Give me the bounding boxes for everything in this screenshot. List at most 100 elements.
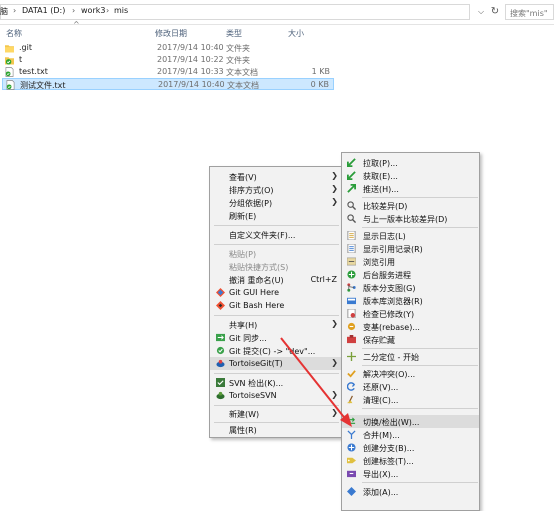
breadcrumb-drive[interactable]: DATA1 (D:): [22, 6, 65, 15]
submenu-item-create-tag[interactable]: 创建标签(T)...: [342, 454, 479, 467]
submenu-item-switch-checkout[interactable]: 切换/检出(W)...: [342, 415, 479, 428]
submenu-item-revert[interactable]: 还原(V)...: [342, 380, 479, 393]
shortcut-label: Ctrl+Z: [310, 275, 337, 284]
submenu-item-cleanup[interactable]: 清理(C)...: [342, 393, 479, 406]
menu-separator: [362, 482, 478, 483]
menu-item-group[interactable]: 分组依据(P) ❯: [210, 196, 343, 209]
menu-item-git-bash[interactable]: Git Bash Here: [210, 299, 343, 312]
menu-item-properties[interactable]: 属性(R): [210, 423, 343, 436]
submenu-item-add[interactable]: 添加(A)...: [342, 485, 479, 498]
git-bash-icon: [216, 301, 225, 310]
menu-item-undo-rename[interactable]: 撤消 重命名(U) Ctrl+Z: [210, 273, 343, 286]
file-size: 0 KB: [310, 80, 329, 89]
submenu-item-stash[interactable]: 保存贮藏: [342, 333, 479, 346]
diff-icon: [347, 201, 356, 210]
resolve-icon: [347, 370, 356, 378]
file-type: 文本文档: [226, 68, 258, 77]
menu-item-share[interactable]: 共享(H) ❯: [210, 318, 343, 331]
git-gui-icon: [216, 288, 225, 297]
text-file-icon: [6, 80, 15, 90]
breadcrumb-mis[interactable]: mis: [114, 6, 128, 15]
menu-separator: [362, 348, 478, 349]
diff-previous-icon: [347, 214, 356, 223]
file-row-selected[interactable]: 测试文件.txt 2017/9/14 10:40 文本文档 0 KB: [2, 78, 334, 90]
menu-separator: [214, 315, 339, 316]
menu-item-git-sync[interactable]: Git 同步...: [210, 331, 343, 344]
context-menu: 查看(V) ❯ 排序方式(O) ❯ 分组依据(P) ❯ 刷新(E) 自定义文件夹(F)…: [209, 166, 344, 438]
switch-checkout-icon: [347, 417, 356, 426]
revision-graph-icon: [347, 283, 356, 292]
submenu-arrow-icon: ❯: [331, 408, 338, 417]
repo-browser-icon: [347, 297, 356, 305]
breadcrumb-computer[interactable]: 脑: [0, 6, 8, 17]
submenu-item-resolve[interactable]: 解决冲突(O)...: [342, 367, 479, 380]
address-bar-area: 脑 › DATA1 (D:) › work3 › mis ⌵ ↻ 搜索"mis": [0, 0, 554, 25]
add-icon: [347, 487, 356, 496]
file-name: 测试文件.txt: [20, 81, 66, 90]
menu-item-paste-shortcut: 粘贴快捷方式(S): [229, 263, 289, 272]
file-row[interactable]: t 2017/9/14 10:22 文件夹: [2, 54, 334, 66]
menu-item-git-commit[interactable]: Git 提交(C) -> "dev"...: [210, 344, 343, 357]
menu-item-customize-folder[interactable]: 自定义文件夹(F)...: [210, 228, 343, 241]
submenu-item-create-branch[interactable]: 创建分支(B)...: [342, 441, 479, 454]
menu-item-git-gui[interactable]: Git GUI Here: [210, 286, 343, 299]
submenu-item-repo-browser[interactable]: 版本库浏览器(R): [342, 294, 479, 307]
fetch-icon: [347, 171, 356, 180]
submenu-item-pull[interactable]: 拉取(P)...: [342, 156, 479, 169]
submenu-item-daemon[interactable]: 后台服务进程: [342, 268, 479, 281]
file-row[interactable]: test.txt 2017/9/14 10:33 文本文档 1 KB: [2, 66, 334, 78]
column-header-type[interactable]: 类型: [226, 28, 242, 39]
refresh-icon[interactable]: ↻: [488, 5, 502, 19]
submenu-item-merge[interactable]: 合并(M)...: [342, 428, 479, 441]
file-type: 文本文档: [227, 81, 259, 90]
submenu-item-diff[interactable]: 比较差异(D): [342, 199, 479, 212]
file-name: t: [19, 55, 23, 64]
column-header-name[interactable]: 名称: [6, 28, 22, 39]
menu-item-new[interactable]: 新建(W) ❯: [210, 407, 343, 420]
submenu-item-check-modifications[interactable]: 检查已修改(Y): [342, 307, 479, 320]
tortoisegit-submenu: 拉取(P)... 获取(E)... 推送(H)... 比较差异(D) 与上一版本…: [341, 152, 480, 511]
file-date: 2017/9/14 10:22: [157, 55, 224, 64]
submenu-arrow-icon: ❯: [331, 184, 338, 193]
log-icon: [347, 231, 356, 240]
submenu-arrow-icon: ❯: [331, 197, 338, 206]
pull-icon: [347, 158, 356, 167]
file-name: .git: [19, 43, 32, 52]
menu-item-paste: 粘贴(P): [229, 250, 257, 259]
address-bar[interactable]: [0, 4, 470, 20]
submenu-item-push[interactable]: 推送(H)...: [342, 182, 479, 195]
menu-separator: [362, 197, 478, 198]
stash-icon: [347, 335, 356, 344]
submenu-item-show-log[interactable]: 显示日志(L): [342, 229, 479, 242]
submenu-item-rebase[interactable]: 变基(rebase)...: [342, 320, 479, 333]
menu-item-view[interactable]: 查看(V) ❯: [210, 170, 343, 183]
menu-separator: [214, 244, 339, 245]
column-header-size[interactable]: 大小: [288, 28, 304, 39]
submenu-item-revision-graph[interactable]: 版本分支图(G): [342, 281, 479, 294]
file-type: 文件夹: [226, 56, 250, 65]
column-header-date[interactable]: 修改日期: [155, 28, 187, 39]
menu-item-sort[interactable]: 排序方式(O) ❯: [210, 183, 343, 196]
breadcrumb-work3[interactable]: work3: [81, 6, 105, 15]
address-history-dropdown-icon[interactable]: ⌵: [474, 5, 488, 19]
submenu-item-diff-previous[interactable]: 与上一版本比较差异(D): [342, 212, 479, 225]
search-input[interactable]: 搜索"mis": [505, 4, 554, 20]
submenu-item-export[interactable]: 导出(X)...: [342, 467, 479, 480]
menu-item-tortoisegit[interactable]: TortoiseGit(T) ❯: [210, 357, 343, 370]
menu-separator: [214, 405, 339, 406]
menu-separator: [362, 408, 478, 409]
submenu-item-fetch[interactable]: 获取(E)...: [342, 169, 479, 182]
file-date: 2017/9/14 10:40: [157, 43, 224, 52]
bisect-icon: [347, 352, 356, 361]
submenu-item-bisect-start[interactable]: 二分定位 - 开始: [342, 350, 479, 363]
menu-item-refresh[interactable]: 刷新(E): [210, 209, 343, 222]
sort-ascending-icon: ^: [73, 20, 80, 29]
submenu-item-browse-references[interactable]: 浏览引用: [342, 255, 479, 268]
menu-item-tortoisesvn[interactable]: TortoiseSVN ❯: [210, 389, 343, 402]
file-row[interactable]: .git 2017/9/14 10:40 文件夹: [2, 42, 334, 54]
check-modifications-icon: [347, 309, 356, 318]
breadcrumb-separator-icon: ›: [13, 6, 17, 15]
menu-item-svn-checkout[interactable]: SVN 检出(K)...: [210, 376, 343, 389]
file-name: test.txt: [19, 67, 48, 76]
submenu-item-reflog[interactable]: 显示引用记录(R): [342, 242, 479, 255]
